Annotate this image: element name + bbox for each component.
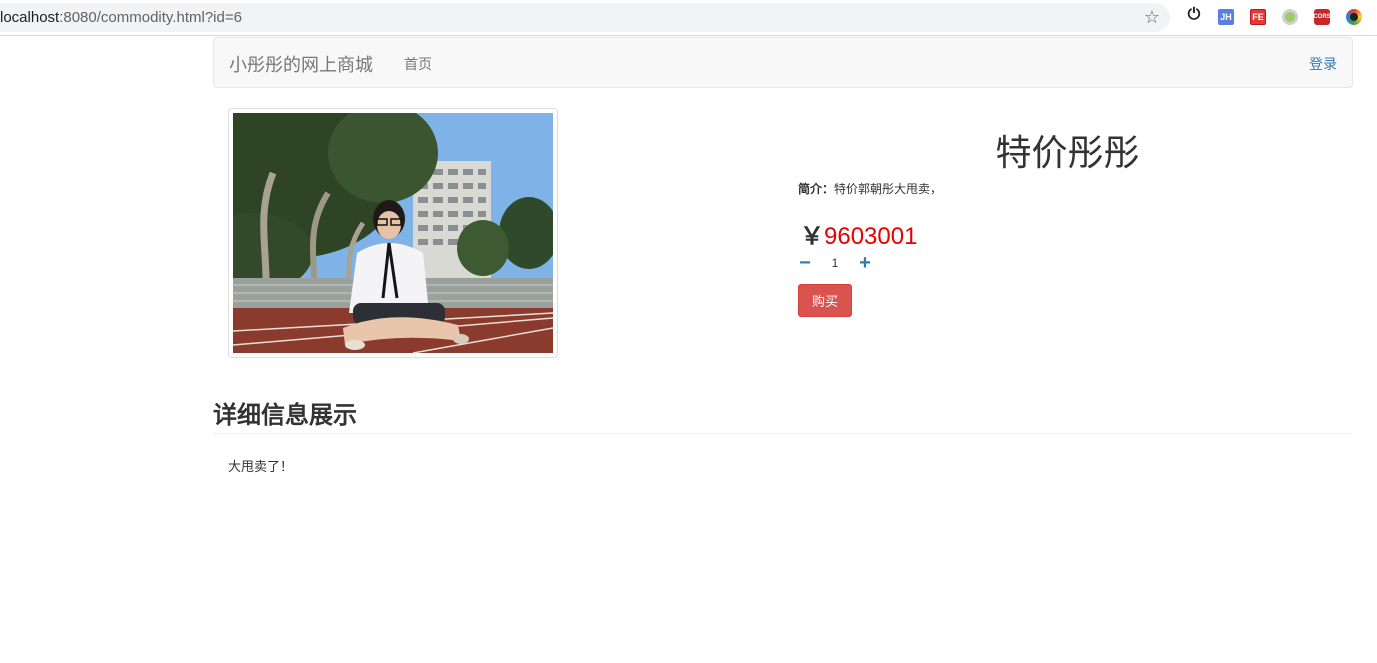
jh-extension-icon[interactable]: JH (1218, 9, 1234, 25)
minus-icon[interactable]: − (798, 253, 812, 273)
url-text[interactable]: localhost:8080/commodity.html?id=6 (0, 9, 242, 26)
quantity-stepper: − 1 + (798, 253, 872, 273)
detail-heading: 详细信息展示 (213, 395, 1353, 434)
product-photo (233, 113, 553, 353)
green-dot-extension-icon[interactable] (1282, 9, 1298, 25)
product-thumbnail (228, 108, 558, 358)
price-amount: 9603001 (824, 223, 918, 250)
intro-text: 特价郭朝彤大甩卖， (834, 182, 943, 196)
currency-symbol: ￥ (800, 223, 824, 250)
product-intro: 简介：特价郭朝彤大甩卖， (798, 180, 942, 197)
brand-link[interactable]: 小彤彤的网上商城 (229, 51, 373, 77)
buy-button[interactable]: 购买 (798, 284, 852, 317)
fe-extension-icon[interactable]: FE (1250, 9, 1266, 25)
url-host: localhost (0, 9, 60, 26)
plus-icon[interactable]: + (858, 253, 872, 273)
intro-label: 简介： (798, 182, 835, 196)
address-bar[interactable]: localhost:8080/commodity.html?id=6 ☆ (0, 3, 1170, 32)
product-price: ￥9603001 (800, 216, 917, 251)
nav-login-link[interactable]: 登录 (1309, 54, 1337, 74)
power-icon[interactable]: ⏻ (1186, 6, 1202, 23)
site-navbar: 小彤彤的网上商城 首页 登录 (213, 37, 1353, 88)
browser-toolbar: localhost:8080/commodity.html?id=6 ☆ ⏻ J… (0, 0, 1377, 36)
nav-home-link[interactable]: 首页 (404, 54, 432, 74)
color-picker-extension-icon[interactable] (1346, 9, 1362, 25)
bookmark-star-icon[interactable]: ☆ (1144, 7, 1160, 27)
detail-body: 大甩卖了！ (228, 459, 294, 474)
cors-extension-icon[interactable]: CORS (1313, 9, 1331, 25)
quantity-value: 1 (831, 256, 839, 270)
product-title: 特价彤彤 (995, 132, 1140, 173)
url-path: :8080/commodity.html?id=6 (59, 9, 242, 26)
